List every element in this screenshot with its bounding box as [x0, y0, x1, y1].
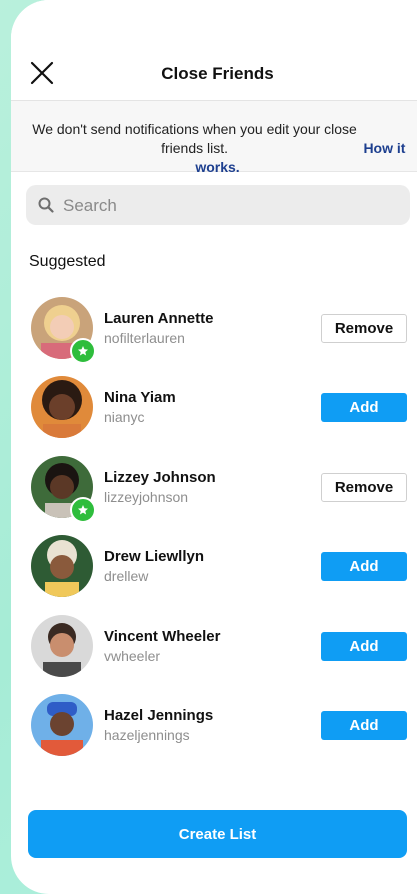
add-button[interactable]: Add — [321, 393, 407, 423]
avatar[interactable] — [31, 297, 96, 364]
notice-text: We don't send notifications when you edi… — [11, 120, 417, 177]
avatar[interactable] — [31, 535, 93, 598]
user-name: Lauren Annette — [104, 310, 214, 327]
remove-button[interactable]: Remove — [321, 314, 407, 343]
avatar[interactable] — [31, 455, 96, 523]
user-handle: lizzeyjohnson — [104, 488, 189, 505]
user-name: Vincent Wheeler — [104, 627, 221, 645]
search-bar[interactable] — [26, 185, 410, 225]
list-item: Nina Yiam nianyc Add — [11, 371, 417, 450]
user-handle: nianyc — [104, 409, 145, 426]
avatar[interactable] — [31, 376, 93, 439]
user-list: Lauren Annette nofilterlauren Remove Nin… — [11, 292, 417, 768]
add-button[interactable]: Add — [321, 631, 407, 661]
create-list-button[interactable]: Create List — [28, 810, 407, 858]
search-input[interactable] — [61, 191, 395, 221]
user-handle: hazeljennings — [104, 726, 190, 743]
add-button[interactable]: Add — [321, 710, 407, 740]
page-title: Close Friends — [161, 64, 274, 83]
avatar[interactable] — [31, 614, 93, 677]
user-name: Nina Yiam — [104, 389, 176, 407]
list-item: Drew Liewllyn drellew Add — [11, 530, 417, 609]
list-item: Vincent Wheeler vwheeler Add — [11, 610, 417, 689]
user-handle: drellew — [104, 568, 149, 585]
phone-screen: Close Friends We don't send notification… — [11, 0, 417, 894]
user-name: Hazel Jennings — [104, 706, 214, 724]
header: Close Friends — [11, 0, 417, 101]
notice-message: We don't send notifications when you edi… — [32, 121, 357, 156]
avatar[interactable] — [31, 693, 93, 756]
list-item: Lizzey Johnson lizzeyjohnson Remove — [11, 451, 417, 530]
user-name: Drew Liewllyn — [104, 548, 205, 566]
search-icon — [38, 197, 54, 213]
remove-button[interactable]: Remove — [321, 472, 407, 502]
section-label-suggested: Suggested — [29, 253, 106, 270]
notice-banner: We don't send notifications when you edi… — [11, 101, 417, 175]
user-handle: vwheeler — [104, 647, 161, 664]
user-handle: nofilterlauren — [104, 330, 185, 346]
add-button[interactable]: Add — [321, 552, 407, 582]
list-item: Hazel Jennings hazeljennings Add — [11, 689, 417, 768]
user-name: Lizzey Johnson — [104, 468, 216, 486]
close-friend-badge-icon — [70, 338, 96, 364]
list-item: Lauren Annette nofilterlauren Remove — [11, 292, 417, 371]
close-friend-badge-icon — [70, 496, 96, 523]
